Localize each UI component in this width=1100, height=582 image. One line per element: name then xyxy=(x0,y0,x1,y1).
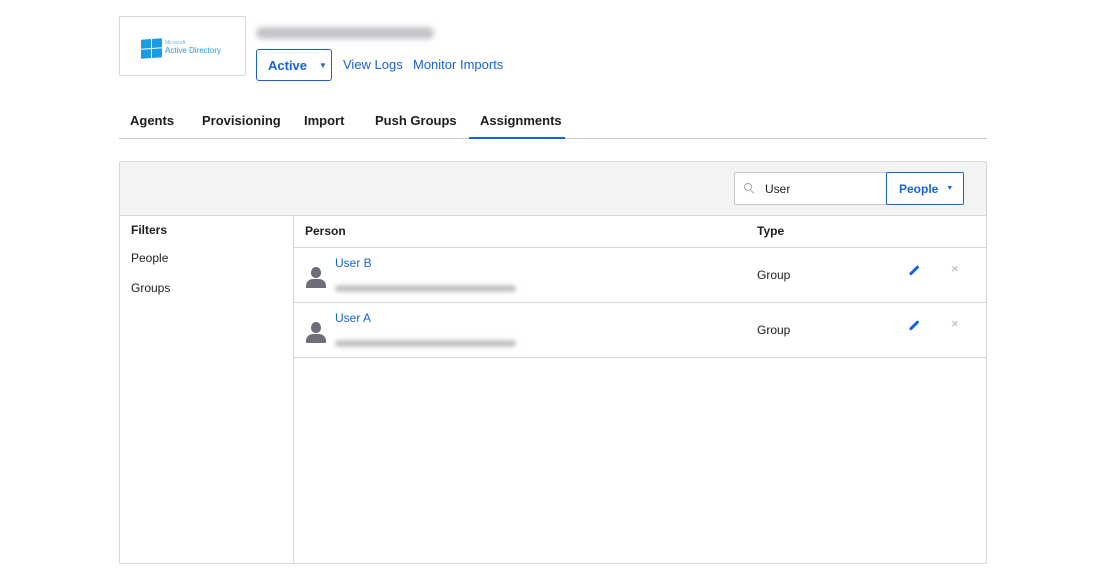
person-email-redacted xyxy=(335,285,516,292)
monitor-imports-link[interactable]: Monitor Imports xyxy=(413,57,503,72)
caret-down-icon: ▼ xyxy=(946,185,954,192)
view-logs-link[interactable]: View Logs xyxy=(343,57,403,72)
app-tabs: Agents Provisioning Import Push Groups A… xyxy=(119,104,987,139)
people-filter-dropdown[interactable]: People ▼ xyxy=(886,172,964,205)
remove-icon[interactable]: × xyxy=(951,316,959,332)
edit-pencil-icon[interactable] xyxy=(906,263,920,277)
logo-name: Active Directory xyxy=(165,46,222,55)
edit-pencil-icon[interactable] xyxy=(906,318,920,332)
people-filter-label: People xyxy=(899,181,939,196)
tab-provisioning[interactable]: Provisioning xyxy=(202,113,281,128)
person-email-redacted xyxy=(335,340,516,347)
active-tab-indicator xyxy=(469,137,565,139)
filters-sidebar: Filters People Groups xyxy=(120,216,294,563)
person-name-link[interactable]: User B xyxy=(335,256,372,270)
table-header: Person Type xyxy=(294,216,986,248)
filter-groups[interactable]: Groups xyxy=(131,281,170,295)
logo-text: Microsoft Active Directory xyxy=(165,41,222,56)
person-icon xyxy=(306,322,326,344)
person-name-link[interactable]: User A xyxy=(335,311,371,325)
status-dropdown-button[interactable]: Active ▼ xyxy=(256,49,332,81)
remove-icon[interactable]: × xyxy=(951,261,959,277)
table-row: User A Group × xyxy=(294,303,986,358)
search-field[interactable] xyxy=(734,172,887,205)
column-type: Type xyxy=(757,224,785,238)
caret-down-icon: ▼ xyxy=(319,60,327,70)
assignments-panel: People ▼ Filters People Groups Person Ty… xyxy=(119,161,987,564)
search-icon xyxy=(744,183,755,194)
windows-icon xyxy=(141,38,162,59)
assignments-toolbar: People ▼ xyxy=(120,162,986,216)
tab-agents[interactable]: Agents xyxy=(130,113,174,128)
filter-people[interactable]: People xyxy=(131,251,168,265)
tab-push-groups[interactable]: Push Groups xyxy=(375,113,457,128)
filters-title: Filters xyxy=(131,223,168,237)
active-directory-logo: Microsoft Active Directory xyxy=(141,38,222,59)
tab-assignments[interactable]: Assignments xyxy=(480,113,562,128)
type-cell: Group xyxy=(757,323,791,337)
person-icon xyxy=(306,267,326,289)
assignments-table: Person Type User B Group × User A Group … xyxy=(294,216,986,358)
search-input[interactable] xyxy=(765,181,885,196)
app-logo: Microsoft Active Directory xyxy=(119,16,246,76)
column-person: Person xyxy=(305,224,346,238)
status-label: Active xyxy=(268,57,308,73)
type-cell: Group xyxy=(757,268,791,282)
tab-import[interactable]: Import xyxy=(304,113,344,128)
app-instance-name-redacted xyxy=(256,27,434,39)
table-row: User B Group × xyxy=(294,248,986,303)
